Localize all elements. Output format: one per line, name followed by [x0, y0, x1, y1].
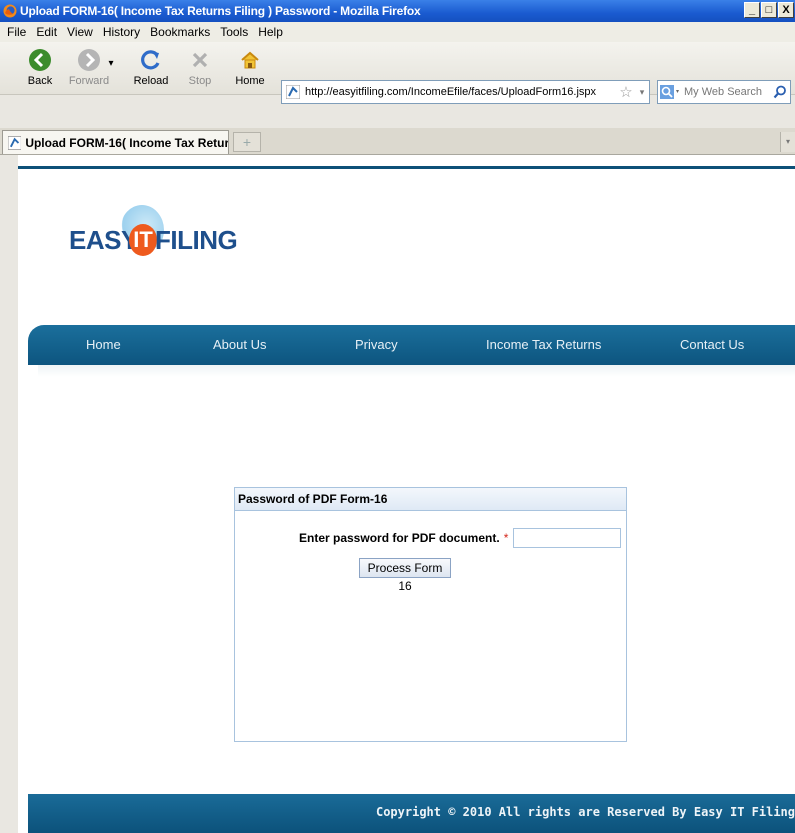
stop-icon	[192, 52, 208, 68]
title-bar: Upload FORM-16( Income Tax Returns Filin…	[0, 0, 795, 22]
menu-view[interactable]: View	[67, 25, 93, 39]
top-divider	[18, 166, 795, 169]
search-input[interactable]: My Web Search	[684, 86, 770, 98]
logo-text-filing: FILING	[155, 225, 238, 255]
home-button[interactable]: Home	[228, 46, 272, 87]
tab-upload-form16[interactable]: Upload FORM-16( Income Tax Retur...	[2, 130, 229, 154]
dropdown-arrow-icon: ▾	[108, 58, 114, 69]
tab-list-dropdown[interactable]: ▾	[780, 132, 795, 152]
menu-bookmarks[interactable]: Bookmarks	[150, 25, 210, 39]
tab-favicon-icon	[8, 135, 22, 150]
menu-history[interactable]: History	[103, 25, 140, 39]
site-logo[interactable]: EASY IT FILING	[69, 200, 238, 260]
search-go-icon[interactable]	[770, 85, 790, 99]
nav-shadow	[38, 365, 795, 377]
menu-bar: File Edit View History Bookmarks Tools H…	[0, 22, 795, 42]
menu-edit[interactable]: Edit	[36, 25, 57, 39]
password-panel: Password of PDF Form-16 Enter password f…	[234, 487, 627, 742]
close-button[interactable]: X	[778, 2, 794, 18]
bookmark-star-icon[interactable]: ☆	[617, 83, 635, 101]
password-row: Enter password for PDF document. *	[299, 528, 622, 548]
url-text[interactable]: http://easyitfiling.com/IncomeEfile/face…	[305, 86, 617, 98]
browser-window: Upload FORM-16( Income Tax Returns Filin…	[0, 0, 795, 833]
stop-button[interactable]: Stop	[178, 46, 222, 87]
url-dropdown-icon[interactable]: ▾	[635, 87, 649, 98]
nav-income-tax-returns[interactable]: Income Tax Returns	[486, 337, 601, 352]
menu-file[interactable]: File	[7, 25, 26, 39]
nav-home[interactable]: Home	[86, 337, 121, 352]
tab-label: Upload FORM-16( Income Tax Retur...	[25, 135, 228, 150]
logo-text-it: IT	[129, 224, 157, 256]
logo-text-easy: EASY	[69, 225, 138, 255]
back-arrow-icon	[29, 49, 51, 71]
menu-tools[interactable]: Tools	[220, 25, 248, 39]
panel-title: Password of PDF Form-16	[235, 488, 626, 511]
nav-privacy[interactable]: Privacy	[355, 337, 398, 352]
stop-label: Stop	[188, 75, 212, 87]
reload-icon	[141, 50, 160, 70]
nav-contact-us[interactable]: Contact Us	[680, 337, 744, 352]
nav-about-us[interactable]: About Us	[213, 337, 266, 352]
reload-label: Reload	[133, 75, 169, 87]
home-label: Home	[235, 75, 265, 87]
back-button[interactable]: Back	[18, 46, 62, 87]
site-favicon-icon	[286, 85, 300, 99]
firefox-icon	[3, 4, 17, 18]
forward-arrow-icon	[78, 49, 100, 71]
main-nav: Home About Us Privacy Income Tax Returns…	[28, 325, 795, 365]
search-box[interactable]: My Web Search	[657, 80, 791, 104]
copyright-text: Copyright © 2010 All rights are Reserved…	[375, 805, 795, 819]
maximize-button[interactable]: □	[761, 2, 777, 18]
password-input[interactable]	[513, 528, 622, 548]
page-footer: Copyright © 2010 All rights are Reserved…	[28, 794, 795, 833]
window-title: Upload FORM-16( Income Tax Returns Filin…	[20, 4, 421, 18]
minimize-button[interactable]: _	[744, 2, 760, 18]
search-engine-icon[interactable]	[658, 85, 684, 99]
back-label: Back	[27, 75, 53, 87]
password-label: Enter password for PDF document.	[299, 531, 500, 545]
new-tab-button[interactable]: +	[233, 132, 261, 152]
home-icon	[241, 51, 259, 69]
tab-bar: Upload FORM-16( Income Tax Retur... + ▾	[0, 128, 795, 155]
menu-help[interactable]: Help	[258, 25, 283, 39]
reload-button[interactable]: Reload	[129, 46, 173, 87]
address-bar[interactable]: http://easyitfiling.com/IncomeEfile/face…	[281, 80, 650, 104]
forward-label: Forward	[68, 75, 110, 87]
history-dropdown[interactable]: ▾	[104, 58, 118, 69]
required-marker: *	[503, 531, 509, 545]
page-content: EASY IT FILING Home About Us Privacy Inc…	[18, 155, 795, 833]
process-form16-button[interactable]: Process Form 16	[359, 558, 451, 593]
